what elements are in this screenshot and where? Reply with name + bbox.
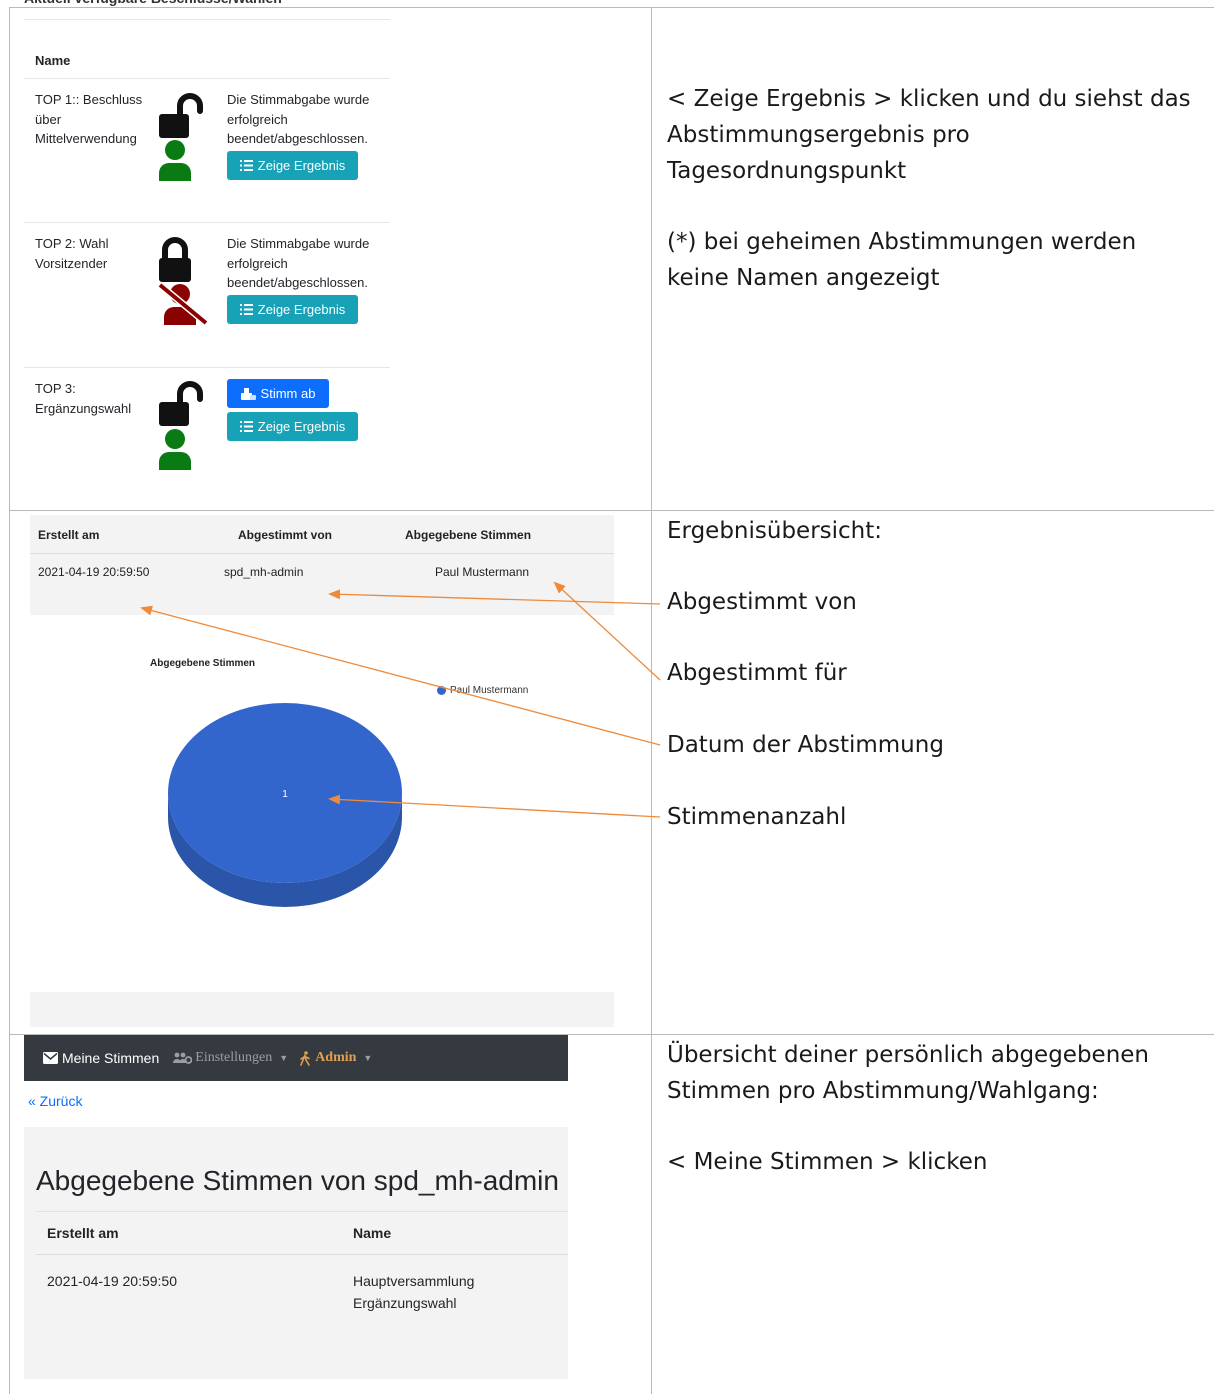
arrow-voted-for <box>553 581 661 681</box>
arrow-vote-count <box>328 794 661 818</box>
annotation-arrows <box>140 581 661 818</box>
arrow-date <box>140 605 661 746</box>
arrow-voted-by <box>328 589 661 605</box>
